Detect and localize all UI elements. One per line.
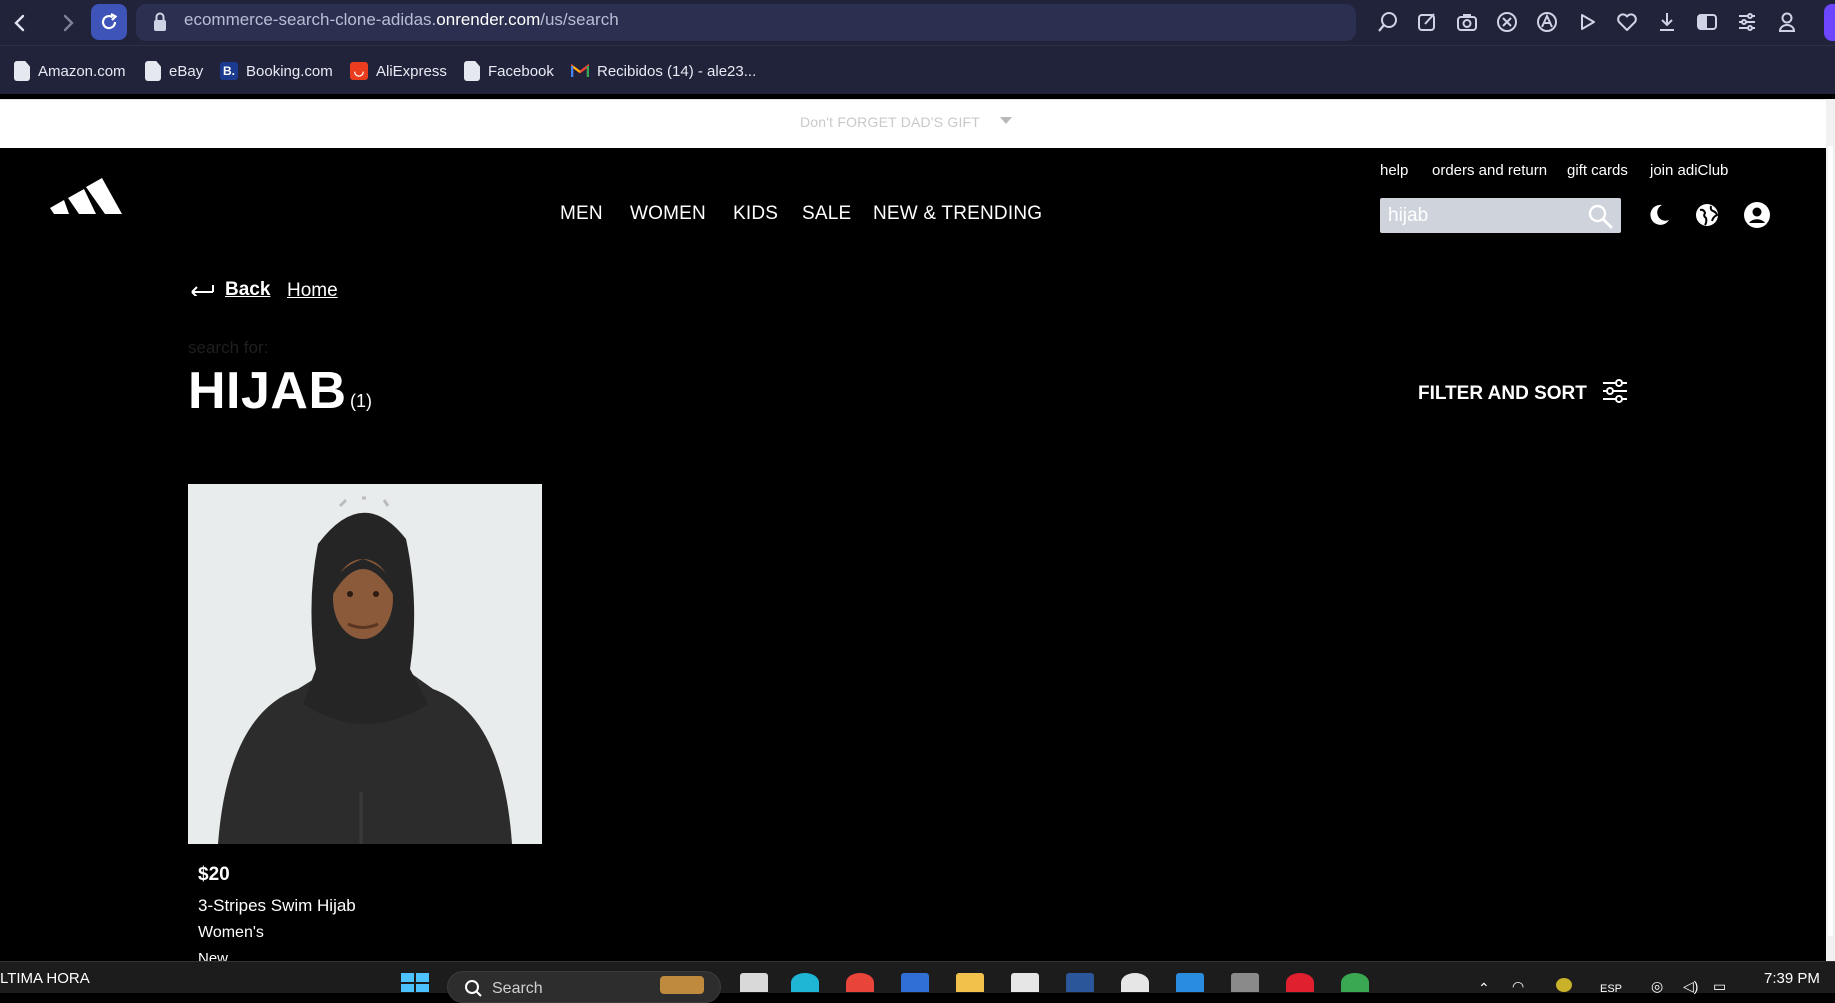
back-arrow-icon [189, 280, 215, 301]
vscode-app-icon[interactable] [1176, 973, 1204, 992]
orders-return-link[interactable]: orders and return [1432, 162, 1547, 179]
bookmark-amazon[interactable]: Amazon.com [14, 58, 126, 84]
camera-app-icon[interactable] [1231, 973, 1259, 992]
home-link[interactable]: Home [287, 280, 338, 302]
easy-setup-icon[interactable] [1734, 9, 1760, 35]
product-name[interactable]: 3-Stripes Swim Hijab [198, 896, 356, 916]
heart-icon[interactable] [1614, 9, 1640, 35]
back-link[interactable]: Back [189, 279, 270, 301]
translate-icon[interactable] [1534, 9, 1560, 35]
forward-arrow-icon[interactable] [50, 7, 86, 39]
photos-app-icon[interactable] [901, 973, 929, 992]
bookmark-facebook[interactable]: Facebook [464, 58, 554, 84]
bookmark-label: AliExpress [376, 62, 447, 80]
news-widget[interactable]: LTIMA HORA [0, 970, 90, 987]
adblock-icon[interactable] [1494, 9, 1520, 35]
camera-icon[interactable] [1454, 9, 1480, 35]
chrome-app-icon[interactable] [846, 973, 874, 992]
result-count: (1) [350, 391, 372, 411]
search-query-title: HIJAB [188, 362, 347, 420]
download-icon[interactable] [1654, 9, 1680, 35]
profile-icon[interactable] [1774, 9, 1800, 35]
document-icon [145, 61, 161, 81]
chrome-profile-app-icon[interactable] [1341, 973, 1369, 992]
search-icon[interactable] [1587, 203, 1613, 229]
search-tab-icon[interactable] [1375, 9, 1401, 35]
url-text: ecommerce-search-clone-adidas.onrender.c… [184, 10, 619, 30]
hijab-model-illustration [188, 484, 542, 844]
gift-cards-link[interactable]: gift cards [1567, 162, 1628, 179]
scrollbar-thumb[interactable] [1828, 146, 1833, 936]
network-tray-icon[interactable]: ◠ [1512, 978, 1524, 995]
adidas-logo[interactable] [50, 168, 122, 216]
filter-sort-button[interactable]: FILTER AND SORT [1418, 378, 1629, 409]
url-path: /us/search [540, 10, 619, 29]
aliexpress-icon: ◡ [350, 62, 368, 80]
chevron-down-icon[interactable] [1000, 117, 1012, 124]
nav-women[interactable]: WOMEN [630, 203, 706, 225]
search-icon [464, 979, 482, 1002]
nav-sale[interactable]: SALE [802, 203, 851, 225]
bookmark-label: Booking.com [246, 62, 333, 80]
nav-kids[interactable]: KIDS [733, 203, 778, 225]
filter-sort-label: FILTER AND SORT [1418, 382, 1587, 404]
language-indicator[interactable]: ESP [1600, 983, 1622, 995]
taskbar-search[interactable]: Search [447, 971, 721, 1003]
search-highlight-icon [660, 976, 704, 994]
account-icon[interactable] [1743, 201, 1771, 229]
battery-icon[interactable]: ▭ [1713, 978, 1726, 995]
opera-app-icon[interactable] [1286, 973, 1314, 992]
windows-start-icon[interactable] [401, 973, 429, 992]
bookmark-label: Facebook [488, 62, 554, 80]
bookmark-label: Recibidos (14) - ale23... [597, 62, 757, 80]
reload-icon[interactable] [91, 4, 127, 40]
search-for-label: search for: [188, 338, 269, 357]
join-adiclub-link[interactable]: join adiClub [1650, 162, 1728, 179]
wifi-icon[interactable]: ◎ [1651, 978, 1663, 995]
lock-icon [152, 11, 168, 33]
bookmark-booking[interactable]: B. Booking.com [220, 58, 333, 84]
taskbar-search-label: Search [492, 980, 543, 997]
bookmark-label: Amazon.com [38, 62, 126, 80]
nav-men[interactable]: MEN [560, 203, 603, 225]
help-link[interactable]: help [1380, 162, 1408, 179]
back-arrow-icon[interactable] [2, 7, 38, 39]
clock-app-icon[interactable] [1121, 973, 1149, 992]
chevron-up-icon[interactable]: ⌃ [1478, 980, 1490, 997]
url-prefix: ecommerce-search-clone-adidas. [184, 10, 437, 29]
back-label: Back [225, 279, 271, 300]
bookmark-aliexpress[interactable]: ◡ AliExpress [350, 58, 447, 84]
taskbar-clock[interactable]: 7:39 PM [1764, 970, 1820, 987]
bookmark-label: eBay [169, 62, 204, 80]
notepad-app-icon[interactable] [1011, 973, 1039, 992]
volume-icon[interactable]: ◁) [1683, 978, 1698, 995]
sidebar-tab[interactable] [1824, 4, 1835, 41]
gmail-icon [571, 61, 589, 81]
sidebar-toggle-icon[interactable] [1694, 9, 1720, 35]
document-icon [14, 61, 30, 81]
nav-new-trending[interactable]: NEW & TRENDING [873, 203, 1042, 225]
edit-icon[interactable] [1414, 9, 1440, 35]
product-category: Women's [198, 924, 264, 941]
bookmark-ebay[interactable]: eBay [145, 58, 203, 84]
search-box [1380, 198, 1621, 233]
bookmark-gmail[interactable]: Recibidos (14) - ale23... [571, 58, 756, 84]
dark-mode-icon[interactable] [1645, 201, 1673, 229]
booking-icon: B. [220, 62, 238, 80]
globe-icon[interactable] [1693, 201, 1721, 229]
edge-app-icon[interactable] [791, 973, 819, 992]
file-explorer-icon[interactable] [956, 973, 984, 992]
product-image[interactable] [188, 484, 542, 844]
product-card[interactable]: $20 3-Stripes Swim Hijab Women's New [188, 484, 542, 967]
tray-app-icon[interactable] [1556, 978, 1572, 992]
url-domain: onrender.com [436, 10, 541, 29]
file-viewer-app-icon[interactable] [740, 973, 768, 992]
search-input[interactable] [1388, 198, 1578, 233]
word-app-icon[interactable] [1066, 973, 1094, 992]
product-price: $20 [198, 864, 230, 885]
play-icon[interactable] [1574, 9, 1600, 35]
announcement-text: Don't FORGET DAD'S GIFT [800, 114, 981, 130]
sliders-icon [1601, 378, 1629, 409]
document-icon [464, 61, 480, 81]
